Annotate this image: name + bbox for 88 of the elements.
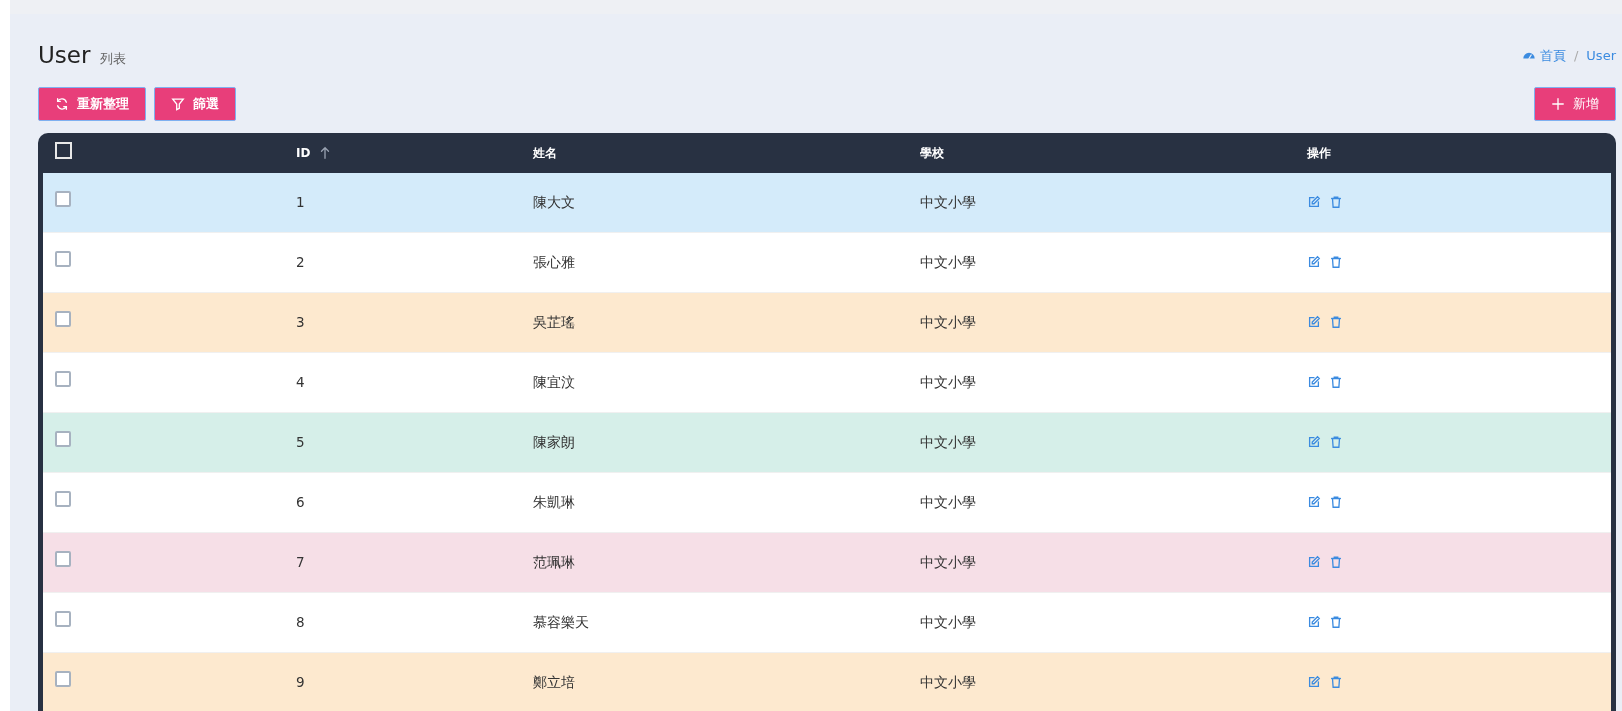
- delete-button[interactable]: [1329, 315, 1343, 329]
- delete-button[interactable]: [1329, 195, 1343, 209]
- row-checkbox[interactable]: [55, 191, 71, 208]
- edit-button[interactable]: [1307, 495, 1321, 509]
- delete-button[interactable]: [1329, 555, 1343, 569]
- row-checkbox[interactable]: [55, 251, 71, 268]
- row-checkbox[interactable]: [55, 371, 71, 388]
- table-cell: 中文小學: [920, 193, 976, 210]
- table-cell: 中文小學: [920, 313, 976, 330]
- edit-button[interactable]: [1307, 675, 1321, 689]
- table-cell: 鄭立培: [533, 673, 575, 690]
- page-title: User: [38, 41, 91, 70]
- delete-button[interactable]: [1329, 675, 1343, 689]
- table-cell: 7: [296, 553, 305, 570]
- table-cell: 中文小學: [920, 493, 976, 510]
- table-cell: 5: [296, 433, 305, 450]
- table-cell: 9: [296, 673, 305, 690]
- table-cell: 慕容樂天: [533, 613, 589, 630]
- table-cell: 中文小學: [920, 373, 976, 390]
- table-cell: 中文小學: [920, 553, 976, 570]
- edit-icon: [1307, 435, 1321, 449]
- plus-icon: [1551, 96, 1565, 111]
- table-cell: 陳宜汶: [533, 373, 575, 390]
- trash-icon: [1329, 255, 1343, 269]
- trash-icon: [1329, 375, 1343, 389]
- edit-icon: [1307, 675, 1321, 689]
- page-subtitle: 列表: [100, 50, 127, 68]
- table-cell: 范珮琳: [533, 553, 575, 570]
- table-cell: 吳芷瑤: [533, 313, 575, 330]
- trash-icon: [1329, 315, 1343, 329]
- table-cell: 張心雅: [533, 253, 575, 270]
- table-cell: 朱凱琳: [533, 493, 575, 510]
- table-cell: 中文小學: [920, 613, 976, 630]
- row-checkbox[interactable]: [55, 431, 71, 448]
- trash-icon: [1329, 495, 1343, 509]
- table-cell: 陳大文: [533, 193, 575, 210]
- edit-icon: [1307, 255, 1321, 269]
- edit-button[interactable]: [1307, 255, 1321, 269]
- delete-button[interactable]: [1329, 615, 1343, 629]
- table-cell: 中文小學: [920, 673, 976, 690]
- edit-button[interactable]: [1307, 195, 1321, 209]
- delete-button[interactable]: [1329, 495, 1343, 509]
- filter-button[interactable]: 篩選: [154, 86, 236, 121]
- refresh-icon: [55, 96, 69, 111]
- edit-button[interactable]: [1307, 375, 1321, 389]
- edit-icon: [1307, 195, 1321, 209]
- row-checkbox[interactable]: [55, 671, 71, 688]
- table-cell: 中文小學: [920, 433, 976, 450]
- table-cell: 2: [296, 253, 305, 270]
- table-cell: 6: [296, 493, 305, 510]
- table-cell: 8: [296, 613, 305, 630]
- edit-button[interactable]: [1307, 555, 1321, 569]
- trash-icon: [1329, 615, 1343, 629]
- column-header[interactable]: 學校: [920, 143, 944, 162]
- delete-button[interactable]: [1329, 375, 1343, 389]
- refresh-button[interactable]: 重新整理: [38, 86, 146, 121]
- delete-button[interactable]: [1329, 255, 1343, 269]
- row-checkbox[interactable]: [55, 491, 71, 508]
- column-header[interactable]: 姓名: [533, 143, 557, 162]
- row-checkbox[interactable]: [55, 551, 71, 568]
- column-header[interactable]: 操作: [1307, 143, 1331, 162]
- edit-icon: [1307, 615, 1321, 629]
- edit-button[interactable]: [1307, 435, 1321, 449]
- trash-icon: [1329, 555, 1343, 569]
- edit-icon: [1307, 375, 1321, 389]
- edit-icon: [1307, 555, 1321, 569]
- table-cell: 中文小學: [920, 253, 976, 270]
- edit-icon: [1307, 495, 1321, 509]
- column-header[interactable]: ID: [296, 143, 311, 162]
- edit-button[interactable]: [1307, 615, 1321, 629]
- edit-icon: [1307, 315, 1321, 329]
- trash-icon: [1329, 675, 1343, 689]
- row-checkbox[interactable]: [55, 611, 71, 628]
- add-button[interactable]: 新增: [1534, 86, 1616, 121]
- table-cell: 陳家朗: [533, 433, 575, 450]
- filter-icon: [171, 96, 185, 111]
- trash-icon: [1329, 435, 1343, 449]
- breadcrumb-separator: /: [1573, 46, 1579, 65]
- breadcrumb-link[interactable]: 首頁: [1521, 45, 1566, 65]
- breadcrumb-link[interactable]: User: [1586, 45, 1616, 65]
- table-cell: 1: [296, 193, 305, 210]
- table-cell: 4: [296, 373, 305, 390]
- table-cell: 3: [296, 313, 305, 330]
- trash-icon: [1329, 195, 1343, 209]
- row-checkbox[interactable]: [55, 311, 71, 328]
- delete-button[interactable]: [1329, 435, 1343, 449]
- edit-button[interactable]: [1307, 315, 1321, 329]
- select-all-checkbox[interactable]: [55, 141, 72, 159]
